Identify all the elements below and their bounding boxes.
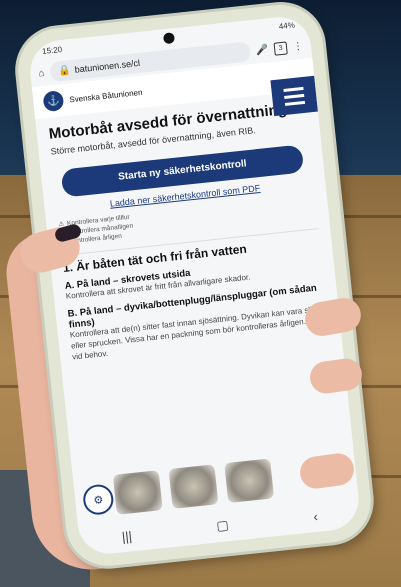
lock-icon: 🔒 (57, 64, 72, 77)
drain-plug-image (168, 464, 219, 509)
phone: 15:20 44% ⌂ 🔒 batunionen.se/cl 🎤 3 ⋮ ⚓ S… (0, 0, 385, 577)
more-icon[interactable]: ⋮ (292, 40, 303, 52)
mic-icon[interactable]: 🎤 (255, 44, 269, 56)
menu-icon[interactable] (270, 75, 318, 117)
home-nav-icon[interactable]: ▢ (216, 517, 230, 534)
site-brand: Svenska Båtunionen (68, 87, 143, 104)
photo-scene: 15:20 44% ⌂ 🔒 batunionen.se/cl 🎤 3 ⋮ ⚓ S… (0, 0, 401, 587)
url-text: batunionen.se/cl (74, 57, 141, 75)
back-icon[interactable]: ‹ (313, 508, 319, 523)
site-logo[interactable]: ⚓ (42, 90, 65, 113)
tabs-button[interactable]: 3 (273, 40, 288, 56)
drain-plug-image (224, 458, 275, 504)
status-battery: 44% (278, 20, 296, 31)
recents-icon[interactable]: ||| (121, 528, 133, 544)
home-icon[interactable]: ⌂ (38, 67, 45, 79)
drain-plug-image (112, 470, 163, 515)
status-time: 15:20 (41, 44, 63, 56)
main-content: Motorbåt avsedd för övernattning Större … (35, 90, 342, 369)
